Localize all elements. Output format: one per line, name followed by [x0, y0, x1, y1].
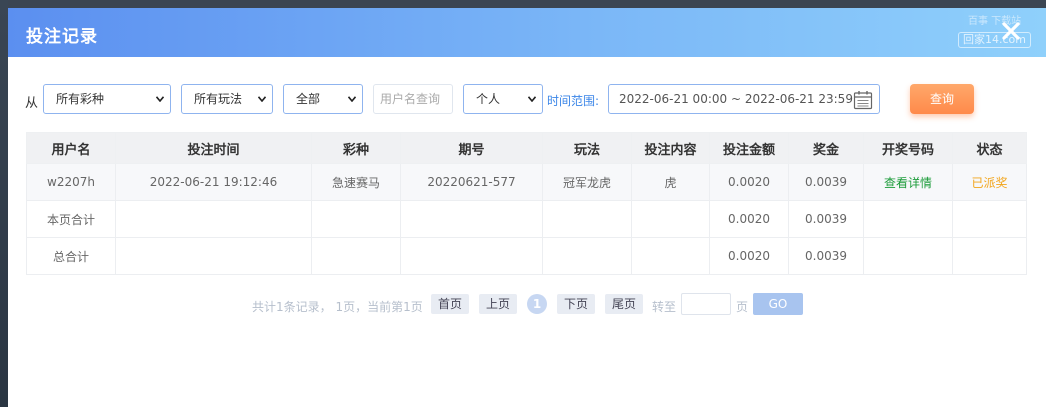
lottery-select-value: 所有彩种: [56, 92, 105, 106]
view-details-link[interactable]: 查看详情: [884, 176, 932, 190]
bet-record-dialog: 投注记录 百事 下载站 回家14.com 从 所有彩种 所有玩法 全部 用户名查…: [8, 8, 1046, 407]
col-header-time: 投注时间: [115, 132, 312, 164]
col-header-issue: 期号: [400, 132, 543, 164]
play-select-value: 所有玩法: [194, 92, 243, 106]
table-row: w2207h 2022-06-21 19:12:46 急速赛马 20220621…: [26, 163, 1027, 201]
filter-bar: 从 所有彩种 所有玩法 全部 用户名查询 个人 时间范围: 2022-06-21…: [8, 84, 1046, 116]
bet-record-table: 用户名 投注时间 彩种 期号 玩法 投注内容 投注金额 奖金 开奖号码 状态 w…: [26, 132, 1027, 275]
grand-total-amount: 0.0020: [709, 237, 789, 275]
dialog-header: 投注记录 百事 下载站 回家14.com: [8, 8, 1046, 57]
prev-page-button[interactable]: 上页: [479, 294, 518, 314]
watermark: 百事 下载站 回家14.com: [956, 16, 1038, 52]
status-select-value: 全部: [296, 92, 321, 106]
username-search-input[interactable]: 用户名查询: [373, 84, 453, 114]
close-button[interactable]: [1000, 20, 1022, 42]
cell-username: w2207h: [26, 163, 116, 201]
status-badge: 已派奖: [971, 175, 1008, 190]
username-search-placeholder: 用户名查询: [380, 92, 441, 106]
goto-label: 转至: [652, 300, 677, 314]
chevron-down-icon: [528, 96, 536, 102]
cell-issue: 20220621-577: [400, 163, 543, 201]
col-header-username: 用户名: [26, 132, 116, 164]
cell-draw-number: 查看详情: [863, 163, 953, 201]
date-range-value: 2022-06-21 00:00 ~ 2022-06-21 23:59: [619, 92, 853, 106]
cell-prize: 0.0039: [788, 163, 864, 201]
col-header-prize: 奖金: [788, 132, 864, 164]
page-unit-label: 页: [736, 300, 749, 314]
cell-status: 已派奖: [952, 163, 1027, 201]
lottery-select[interactable]: 所有彩种: [43, 84, 171, 114]
col-header-lottery: 彩种: [311, 132, 401, 164]
goto-page-input[interactable]: [681, 293, 731, 315]
col-header-amount: 投注金额: [709, 132, 789, 164]
last-page-button[interactable]: 尾页: [605, 294, 644, 314]
from-label: 从: [25, 96, 39, 111]
col-header-status: 状态: [952, 132, 1027, 164]
first-page-button[interactable]: 首页: [431, 294, 470, 314]
grand-total-label: 总合计: [26, 237, 116, 275]
chevron-down-icon: [156, 96, 164, 102]
current-page-indicator[interactable]: 1: [527, 294, 547, 314]
col-header-play: 玩法: [542, 132, 632, 164]
grand-total-row: 总合计 0.0020 0.0039: [26, 237, 1027, 275]
scope-select-value: 个人: [476, 92, 501, 106]
cell-lottery: 急速赛马: [311, 163, 401, 201]
page-total-prize: 0.0039: [788, 200, 864, 238]
play-select[interactable]: 所有玩法: [181, 84, 273, 114]
close-icon: [1002, 22, 1020, 40]
go-button[interactable]: GO: [753, 293, 803, 315]
page-total-label: 本页合计: [26, 200, 116, 238]
status-select[interactable]: 全部: [283, 84, 363, 114]
dialog-title: 投注记录: [26, 27, 98, 47]
time-range-label: 时间范围:: [547, 94, 600, 108]
date-range-input[interactable]: 2022-06-21 00:00 ~ 2022-06-21 23:59: [608, 84, 880, 114]
background-top: [0, 0, 1046, 8]
query-button[interactable]: 查询: [910, 84, 974, 114]
pagination: 共计1条记录， 1页，当前第1页 首页 上页 1 下页 尾页 转至 页 GO: [8, 293, 1046, 316]
cell-play: 冠军龙虎: [542, 163, 632, 201]
page-total-amount: 0.0020: [709, 200, 789, 238]
cell-content: 虎: [631, 163, 710, 201]
calendar-icon: [853, 91, 873, 110]
col-header-content: 投注内容: [631, 132, 710, 164]
table-header-row: 用户名 投注时间 彩种 期号 玩法 投注内容 投注金额 奖金 开奖号码 状态: [26, 132, 1027, 164]
cell-time: 2022-06-21 19:12:46: [115, 163, 312, 201]
pagination-info: 共计1条记录， 1页，当前第1页: [252, 300, 423, 314]
col-header-draw-number: 开奖号码: [863, 132, 953, 164]
chevron-down-icon: [258, 96, 266, 102]
next-page-button[interactable]: 下页: [557, 294, 596, 314]
chevron-down-icon: [348, 96, 356, 102]
grand-total-prize: 0.0039: [788, 237, 864, 275]
cell-amount: 0.0020: [709, 163, 789, 201]
background-left: [0, 0, 8, 407]
page-total-row: 本页合计 0.0020 0.0039: [26, 200, 1027, 238]
scope-select[interactable]: 个人: [463, 84, 543, 114]
